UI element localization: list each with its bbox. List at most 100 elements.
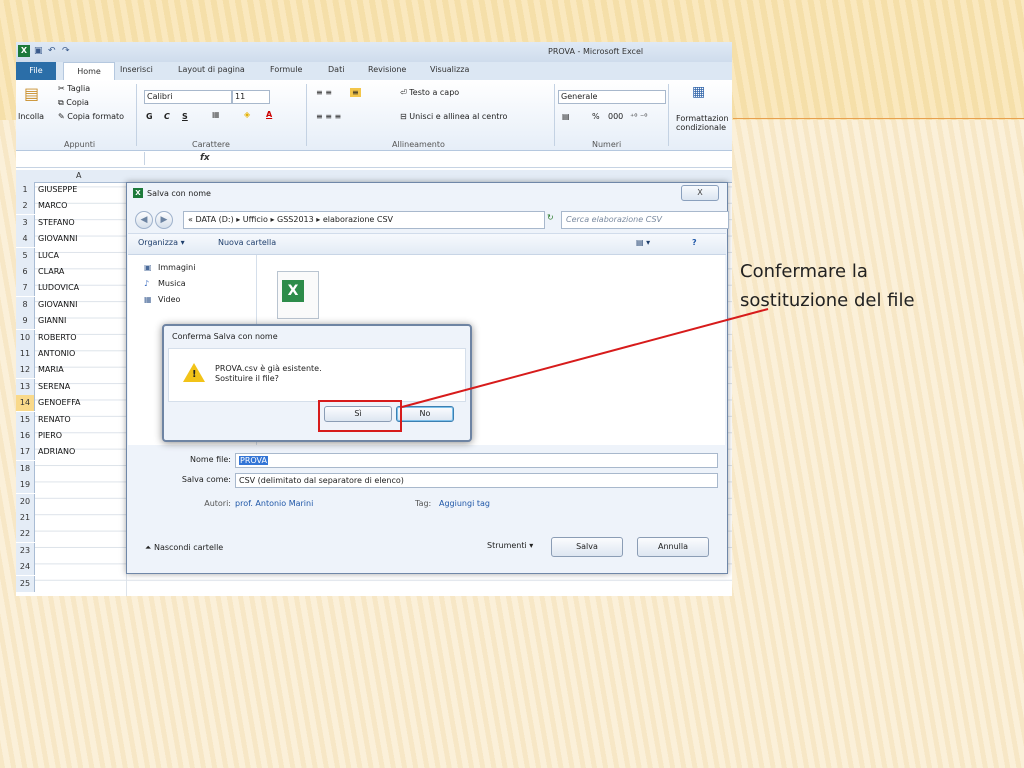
tab-file[interactable]: File — [16, 62, 56, 80]
row-header[interactable]: 1 — [16, 182, 35, 198]
cell-a[interactable]: GIOVANNI — [38, 231, 77, 247]
close-button[interactable]: X — [681, 185, 719, 201]
nav-item-pictures[interactable]: Immagini — [158, 263, 195, 272]
new-folder-button[interactable]: Nuova cartella — [218, 238, 276, 247]
row-header[interactable]: 4 — [16, 231, 35, 248]
cell-a[interactable]: SERENA — [38, 379, 70, 395]
organize-button[interactable]: Organizza ▾ — [138, 238, 185, 247]
font-color-icon[interactable]: A — [266, 110, 272, 119]
forward-icon[interactable]: ▶ — [155, 211, 173, 229]
align-top-icon[interactable]: ≡ ≡ — [316, 88, 332, 97]
row-header[interactable]: 8 — [16, 296, 35, 313]
wrap-text-button[interactable]: ⏎ Testo a capo — [400, 88, 459, 97]
row-header[interactable]: 5 — [16, 247, 35, 264]
row-header[interactable]: 21 — [16, 510, 35, 526]
row-header[interactable]: 12 — [16, 362, 35, 379]
cell-a[interactable]: RENATO — [38, 412, 71, 428]
row-header[interactable]: 10 — [16, 329, 35, 346]
nav-item-music[interactable]: Musica — [158, 279, 186, 288]
paste-icon[interactable]: ▤ — [24, 84, 39, 103]
cancel-button[interactable]: Annulla — [637, 537, 709, 557]
row-header[interactable]: 15 — [16, 411, 35, 428]
undo-icon[interactable]: ↶ — [48, 46, 58, 56]
italic-button[interactable]: C — [164, 112, 170, 121]
tab-view[interactable]: Visualizza — [430, 65, 469, 74]
back-icon[interactable]: ◀ — [135, 211, 153, 229]
conditional-format-button[interactable]: Formattazion condizionale — [676, 114, 729, 132]
cut-button[interactable]: ✂ Taglia — [58, 84, 90, 93]
row-header[interactable]: 2 — [16, 198, 35, 215]
tab-formulas[interactable]: Formule — [270, 65, 302, 74]
tab-page-layout[interactable]: Layout di pagina — [178, 65, 245, 74]
thousands-button[interactable]: 000 — [608, 112, 623, 121]
underline-button[interactable]: S — [182, 112, 188, 121]
tags-field[interactable]: Aggiungi tag — [439, 499, 490, 508]
tab-review[interactable]: Revisione — [368, 65, 406, 74]
address-bar[interactable]: « DATA (D:) ▸ Ufficio ▸ GSS2013 ▸ elabor… — [183, 211, 545, 229]
search-input[interactable]: Cerca elaborazione CSV — [561, 211, 729, 229]
row-header[interactable]: 11 — [16, 346, 35, 362]
align-left-icon[interactable]: ≡ ≡ ≡ — [316, 112, 341, 121]
cell-a[interactable]: LUCA — [38, 248, 59, 264]
fill-color-icon[interactable]: ◈ — [244, 110, 250, 119]
function-icon[interactable]: fx — [200, 153, 210, 163]
save-button[interactable]: Salva — [551, 537, 623, 557]
cell-a[interactable]: MARCO — [38, 198, 67, 214]
excel-file-icon[interactable]: X — [277, 271, 319, 319]
cell-a[interactable]: GENOEFFA — [38, 395, 81, 411]
row-header[interactable]: 22 — [16, 526, 35, 543]
conditional-format-icon[interactable]: ▦ — [692, 84, 705, 100]
row-header[interactable]: 6 — [16, 264, 35, 280]
format-painter-button[interactable]: ✎ Copia formato — [58, 112, 124, 121]
column-header-a[interactable]: A — [76, 171, 81, 180]
cell-a[interactable]: PIERO — [38, 428, 62, 444]
cell-a[interactable]: ROBERTO — [38, 330, 77, 346]
row-header[interactable]: 9 — [16, 313, 35, 330]
tab-insert[interactable]: Inserisci — [120, 65, 153, 74]
cell-a[interactable]: GIOVANNI — [38, 297, 77, 313]
decimal-icons[interactable]: ⁺⁰ ⁻⁰ — [630, 112, 647, 121]
filename-field[interactable]: PROVA — [235, 453, 718, 468]
cell-a[interactable]: MARIA — [38, 362, 64, 378]
cell-a[interactable]: ANTONIO — [38, 346, 75, 362]
row-header[interactable]: 14 — [16, 395, 35, 412]
no-button[interactable]: No — [396, 406, 454, 422]
row-header[interactable]: 19 — [16, 477, 35, 494]
cell-a[interactable]: LUDOVICA — [38, 280, 79, 296]
cell-a[interactable]: GIANNI — [38, 313, 66, 329]
percent-button[interactable]: % — [592, 112, 600, 121]
row-header[interactable]: 24 — [16, 559, 35, 576]
saveas-type-select[interactable]: CSV (delimitato dal separatore di elenco… — [235, 473, 718, 488]
font-name-select[interactable]: Calibri — [144, 90, 232, 104]
row-header[interactable]: 7 — [16, 280, 35, 297]
borders-icon[interactable]: ▦ — [212, 110, 220, 119]
hide-folders-button[interactable]: ⏶ Nascondi cartelle — [145, 543, 223, 553]
currency-icon[interactable]: ▤ — [562, 112, 570, 121]
row-header[interactable]: 25 — [16, 575, 35, 592]
row-header[interactable]: 20 — [16, 493, 35, 510]
row-header[interactable]: 13 — [16, 378, 35, 395]
help-icon[interactable]: ? — [692, 238, 697, 247]
number-format-select[interactable]: Generale — [558, 90, 666, 104]
bold-button[interactable]: G — [146, 112, 153, 121]
row-header[interactable]: 17 — [16, 444, 35, 461]
align-bottom-icon[interactable]: ≡ — [350, 88, 361, 97]
cell-a[interactable]: GIUSEPPE — [38, 182, 77, 198]
cell-a[interactable]: ADRIANO — [38, 444, 75, 460]
cell-a[interactable]: STEFANO — [38, 215, 75, 231]
nav-item-video[interactable]: Video — [158, 295, 180, 304]
name-box[interactable] — [16, 152, 145, 165]
row-header[interactable]: 18 — [16, 460, 35, 477]
copy-button[interactable]: ⧉ Copia — [58, 98, 89, 108]
font-size-select[interactable]: 11 — [232, 90, 270, 104]
refresh-icon[interactable]: ↻ — [547, 213, 554, 222]
paste-button[interactable]: Incolla — [18, 112, 44, 121]
row-header[interactable]: 3 — [16, 214, 35, 231]
view-icon[interactable]: ▤ ▾ — [636, 238, 650, 247]
tab-home[interactable]: Home — [63, 62, 115, 81]
save-icon[interactable]: ▣ — [34, 46, 44, 56]
merge-center-button[interactable]: ⊟ Unisci e allinea al centro — [400, 112, 507, 121]
tools-button[interactable]: Strumenti ▾ — [487, 541, 533, 550]
cell-a[interactable]: CLARA — [38, 264, 64, 280]
row-header[interactable]: 23 — [16, 542, 35, 559]
